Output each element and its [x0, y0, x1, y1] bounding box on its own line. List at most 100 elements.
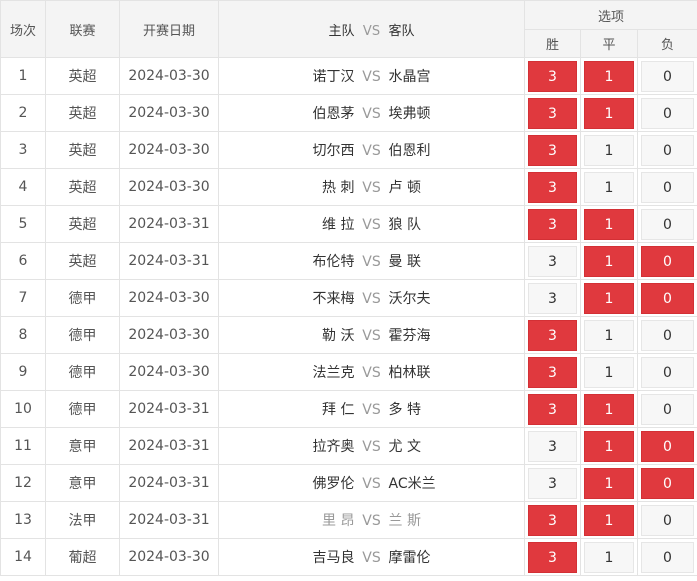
option-win-button[interactable]: 3 — [528, 430, 577, 462]
option-win-button[interactable]: 3 — [528, 60, 577, 92]
option-win-button[interactable]: 3 — [528, 171, 577, 203]
option-draw-button[interactable]: 1 — [584, 356, 634, 388]
vs-label: VS — [362, 217, 381, 233]
col-header-idx: 场次 — [0, 0, 46, 58]
option-draw-button[interactable]: 1 — [584, 282, 634, 314]
option-draw-button[interactable]: 1 — [584, 60, 634, 92]
home-team: 吉马良 — [312, 550, 355, 566]
match-index: 11 — [0, 427, 46, 465]
win-cell: 3 — [524, 316, 581, 354]
option-lose-button[interactable]: 0 — [641, 171, 695, 203]
away-team: 柏林联 — [388, 365, 431, 381]
option-lose-button[interactable]: 0 — [641, 134, 695, 166]
option-win-button[interactable]: 3 — [528, 97, 577, 129]
lose-cell: 0 — [636, 131, 697, 169]
match-league: 法甲 — [45, 501, 120, 539]
match-teams: 吉马良 VS 摩雷伦 — [218, 538, 525, 576]
match-teams: 诺丁汉 VS 水晶宫 — [218, 57, 525, 95]
option-draw-button[interactable]: 1 — [584, 245, 634, 277]
option-win-button[interactable]: 3 — [528, 467, 577, 499]
away-team: 曼 联 — [388, 254, 421, 270]
match-rows: 1 英超 2024-03-30 诺丁汉 VS 水晶宫 3 1 0 2 英超 2024-03-30 伯恩茅… — [0, 57, 697, 576]
lose-cell: 0 — [636, 427, 697, 465]
match-row: 2 英超 2024-03-30 伯恩茅 VS 埃弗顿 3 1 0 — [0, 94, 697, 132]
win-cell: 3 — [524, 390, 581, 428]
vs-label: VS — [362, 180, 381, 196]
option-draw-button[interactable]: 1 — [584, 430, 634, 462]
col-header-date: 开赛日期 — [119, 0, 219, 58]
match-index: 9 — [0, 353, 46, 391]
option-draw-button[interactable]: 1 — [584, 319, 634, 351]
win-cell: 3 — [524, 94, 581, 132]
option-win-button[interactable]: 3 — [528, 134, 577, 166]
home-team: 不来梅 — [312, 291, 355, 307]
lose-cell: 0 — [636, 538, 697, 576]
option-lose-button[interactable]: 0 — [641, 282, 695, 314]
match-row: 13 法甲 2024-03-31 里 昂 VS 兰 斯 310 — [0, 501, 697, 539]
match-league: 英超 — [45, 57, 120, 95]
match-row: 8 德甲 2024-03-30 勒 沃 VS 霍芬海 3 1 0 — [0, 316, 697, 354]
option-win-button[interactable]: 3 — [528, 245, 577, 277]
win-cell: 3 — [524, 353, 581, 391]
match-date: 2024-03-30 — [119, 168, 219, 206]
match-teams: 热 刺 VS 卢 顿 — [218, 168, 525, 206]
draw-cell: 1 — [580, 501, 638, 539]
lose-cell: 0 — [636, 94, 697, 132]
option-draw-button[interactable]: 1 — [584, 134, 634, 166]
match-date: 2024-03-31 — [119, 464, 219, 502]
option-lose-button[interactable]: 0 — [641, 467, 695, 499]
option-lose-button[interactable]: 0 — [641, 356, 695, 388]
option-draw-button[interactable]: 1 — [584, 208, 634, 240]
vs-label: VS — [362, 476, 381, 492]
option-win-button[interactable]: 3 — [528, 282, 577, 314]
draw-cell: 1 — [580, 205, 638, 243]
match-league: 德甲 — [45, 316, 120, 354]
lose-cell: 0 — [636, 316, 697, 354]
option-lose-button[interactable]: 0 — [641, 97, 695, 129]
away-team: 多 特 — [388, 402, 421, 418]
vs-label: VS — [362, 365, 381, 381]
option-win-button[interactable]: 3 — [528, 356, 577, 388]
home-team: 里 昂 — [322, 513, 355, 529]
match-row: 14 葡超 2024-03-30 吉马良 VS 摩雷伦 3 1 0 — [0, 538, 697, 576]
lose-cell: 0 — [636, 57, 697, 95]
option-draw-button[interactable]: 1 — [584, 393, 634, 425]
option-win-button[interactable]: 3 — [528, 504, 577, 536]
option-draw-button[interactable]: 1 — [584, 97, 634, 129]
option-lose-button[interactable]: 0 — [641, 319, 695, 351]
option-lose-button[interactable]: 0 — [641, 245, 695, 277]
vs-label: VS — [362, 513, 381, 529]
option-lose-button[interactable]: 0 — [641, 430, 695, 462]
match-teams: 勒 沃 VS 霍芬海 — [218, 316, 525, 354]
away-team: 摩雷伦 — [388, 550, 431, 566]
draw-cell: 1 — [580, 131, 638, 169]
home-team: 布伦特 — [312, 254, 355, 270]
option-lose-button[interactable]: 0 — [641, 60, 695, 92]
option-win-button[interactable]: 3 — [528, 319, 577, 351]
match-date: 2024-03-30 — [119, 57, 219, 95]
option-win-button[interactable]: 3 — [528, 541, 577, 573]
col-header-draw: 平 — [580, 29, 638, 58]
option-draw-button[interactable]: 1 — [584, 541, 634, 573]
vs-label: VS — [362, 69, 381, 85]
match-date: 2024-03-30 — [119, 279, 219, 317]
option-lose-button[interactable]: 0 — [641, 504, 695, 536]
option-draw-button[interactable]: 1 — [584, 467, 634, 499]
draw-cell: 1 — [580, 316, 638, 354]
match-league: 德甲 — [45, 390, 120, 428]
option-win-button[interactable]: 3 — [528, 393, 577, 425]
option-lose-button[interactable]: 0 — [641, 541, 695, 573]
vs-label: VS — [362, 550, 381, 566]
option-win-button[interactable]: 3 — [528, 208, 577, 240]
option-lose-button[interactable]: 0 — [641, 393, 695, 425]
option-draw-button[interactable]: 1 — [584, 504, 634, 536]
option-draw-button[interactable]: 1 — [584, 171, 634, 203]
win-cell: 3 — [524, 131, 581, 169]
home-team: 佛罗伦 — [312, 476, 355, 492]
away-team: 霍芬海 — [388, 328, 431, 344]
col-header-away: 客队 — [388, 23, 415, 39]
option-lose-button[interactable]: 0 — [641, 208, 695, 240]
draw-cell: 1 — [580, 464, 638, 502]
away-team: 伯恩利 — [388, 143, 431, 159]
vs-label: VS — [362, 106, 381, 122]
